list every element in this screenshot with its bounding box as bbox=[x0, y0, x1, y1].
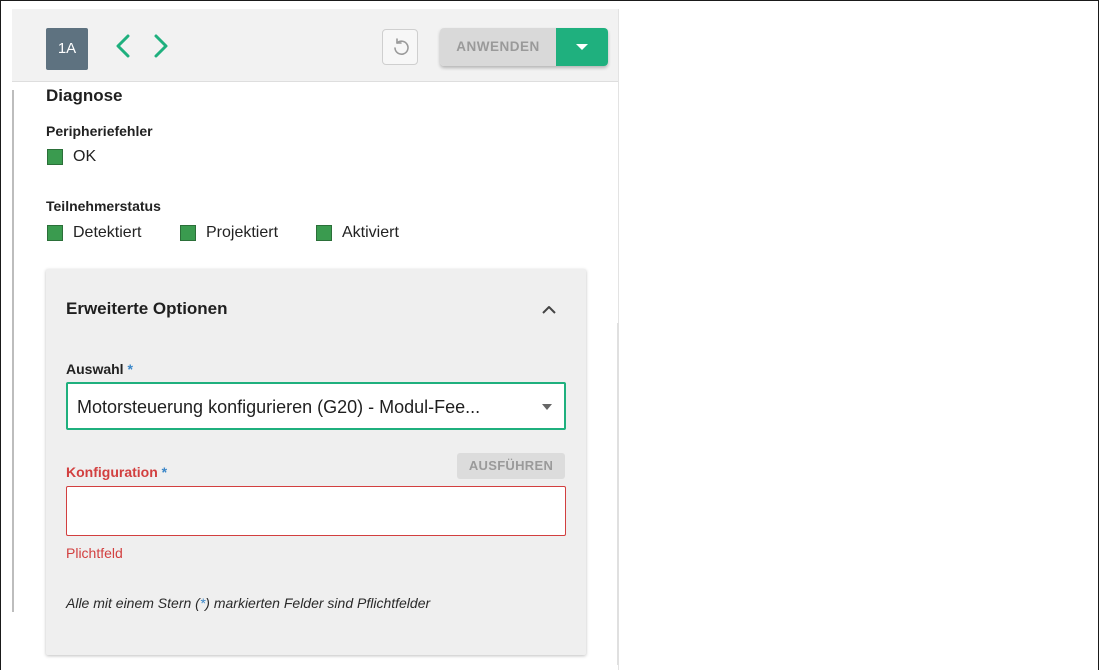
participant-label: Teilnehmerstatus bbox=[46, 198, 161, 214]
previous-button[interactable] bbox=[108, 29, 138, 63]
module-badge: 1A bbox=[46, 28, 88, 70]
status-activated-indicator bbox=[316, 225, 332, 241]
peripheral-status: OK bbox=[47, 148, 96, 166]
required-star: * bbox=[161, 464, 168, 480]
advanced-options-card: Erweiterte Optionen Auswahl * Motorsteue… bbox=[46, 269, 586, 655]
scrollbar-left[interactable] bbox=[12, 90, 14, 612]
peripheral-label: Peripheriefehler bbox=[46, 123, 153, 139]
status-projected-indicator bbox=[180, 225, 196, 241]
required-star: * bbox=[127, 361, 133, 377]
participant-status-projected: Projektiert bbox=[180, 224, 278, 242]
chevron-right-icon bbox=[154, 34, 168, 58]
note-prefix: Alle mit einem Stern ( bbox=[66, 595, 200, 611]
participant-status-detected: Detektiert bbox=[47, 224, 141, 242]
status-ok-indicator bbox=[47, 149, 63, 165]
advanced-options-title: Erweiterte Optionen bbox=[66, 299, 228, 318]
selection-label: Auswahl * bbox=[66, 361, 133, 377]
config-label: Konfiguration * bbox=[66, 464, 167, 480]
note-suffix: ) markierten Felder sind Pflichtfelder bbox=[205, 595, 431, 611]
apply-dropdown-button[interactable] bbox=[556, 28, 608, 66]
undo-button[interactable] bbox=[382, 29, 418, 65]
config-input[interactable] bbox=[66, 486, 566, 536]
status-detected-text: Detektiert bbox=[73, 224, 142, 241]
config-label-text: Konfiguration bbox=[66, 464, 158, 480]
chevron-left-icon bbox=[116, 34, 130, 58]
required-fields-note: Alle mit einem Stern (*) markierten Feld… bbox=[66, 595, 430, 611]
next-button[interactable] bbox=[146, 29, 176, 63]
dropdown-arrow-icon bbox=[542, 404, 552, 410]
selection-value: Motorsteuerung konfigurieren (G20) - Mod… bbox=[77, 397, 481, 417]
status-projected-text: Projektiert bbox=[206, 224, 279, 241]
toolbar: 1A ANWENDEN bbox=[12, 9, 618, 82]
required-error-text: Plichtfeld bbox=[66, 545, 123, 561]
diagnose-heading: Diagnose bbox=[46, 86, 123, 105]
scrollbar-right[interactable] bbox=[617, 323, 619, 665]
caret-down-icon bbox=[576, 44, 588, 50]
execute-button[interactable]: AUSFÜHREN bbox=[457, 453, 565, 479]
peripheral-status-text: OK bbox=[73, 148, 97, 165]
status-detected-indicator bbox=[47, 225, 63, 241]
undo-icon bbox=[394, 38, 409, 55]
selection-dropdown[interactable]: Motorsteuerung konfigurieren (G20) - Mod… bbox=[66, 382, 566, 430]
participant-status-activated: Aktiviert bbox=[316, 224, 399, 242]
apply-button[interactable]: ANWENDEN bbox=[440, 28, 556, 66]
selection-label-text: Auswahl bbox=[66, 361, 124, 377]
status-activated-text: Aktiviert bbox=[342, 224, 399, 241]
chevron-up-icon[interactable] bbox=[540, 303, 558, 317]
apply-split-button: ANWENDEN bbox=[440, 28, 608, 66]
